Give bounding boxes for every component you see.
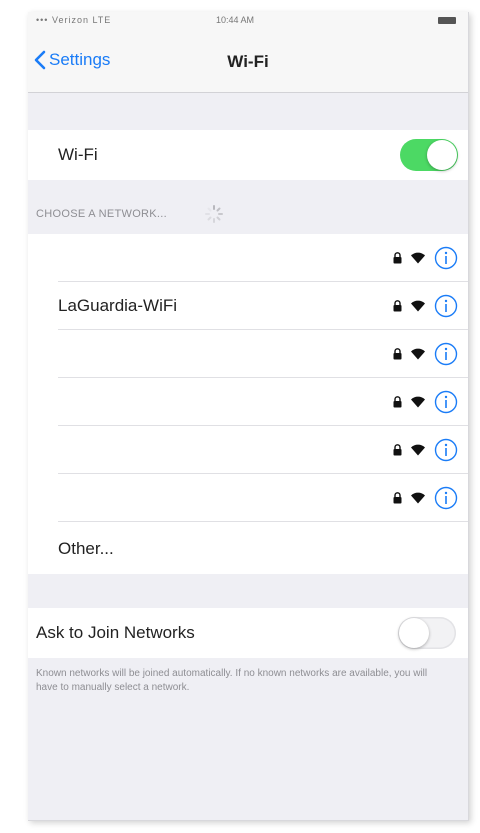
info-icon[interactable] [434,342,458,366]
lock-icon [393,492,402,504]
ask-to-join-row: Ask to Join Networks [28,608,468,658]
network-icons [385,438,458,462]
network-name: LaGuardia-WiFi [58,296,178,315]
wifi-label: Wi-Fi [58,145,98,164]
network-icons [385,294,458,318]
status-time: 10:44 AM [216,15,255,25]
wifi-icon [411,348,425,360]
carrier-label: ••• Verizon LTE [36,15,112,25]
network-row[interactable] [28,426,468,474]
toggle-knob [427,140,457,170]
status-bar: ••• Verizon LTE 10:44 AM [28,12,468,34]
other-network-row[interactable]: Other... [28,525,468,573]
battery-icon [438,17,456,24]
network-row[interactable] [28,330,468,378]
network-icons [385,246,458,270]
wifi-icon [411,444,425,456]
info-icon[interactable] [434,390,458,414]
wifi-toggle-row: Wi-Fi [28,130,468,180]
wifi-icon [411,492,425,504]
wifi-icon [411,300,425,312]
row-separator [58,521,468,522]
page-title: Wi-Fi [227,52,269,71]
ask-to-join-toggle[interactable] [398,617,456,649]
info-icon[interactable] [434,438,458,462]
wifi-icon [411,396,425,408]
info-icon[interactable] [434,294,458,318]
lock-icon [393,348,402,360]
ask-to-join-label: Ask to Join Networks [36,623,195,642]
network-row[interactable] [28,474,468,522]
lock-icon [393,300,402,312]
network-row[interactable] [28,378,468,426]
wifi-icon [411,252,425,264]
network-row[interactable]: LaGuardia-WiFi [28,282,468,330]
network-icons [385,342,458,366]
network-row[interactable] [28,234,468,282]
network-icons [385,390,458,414]
nav-bar: Settings Wi-Fi [28,34,468,93]
lock-icon [393,444,402,456]
lock-icon [393,396,402,408]
lock-icon [393,252,402,264]
section-header: CHOOSE A NETWORK... [36,208,167,220]
network-icons [385,486,458,510]
info-icon[interactable] [434,246,458,270]
phone-screen: ••• Verizon LTE 10:44 AM Settings Wi-Fi … [28,12,469,821]
loading-spinner-icon [205,205,223,223]
other-label: Other... [58,539,114,558]
wifi-toggle[interactable] [400,139,458,171]
ask-to-join-footer: Known networks will be joined automatica… [36,668,428,693]
network-list: LaGuardia-WiFi Other... [28,234,468,574]
toggle-knob [399,618,429,648]
info-icon[interactable] [434,486,458,510]
